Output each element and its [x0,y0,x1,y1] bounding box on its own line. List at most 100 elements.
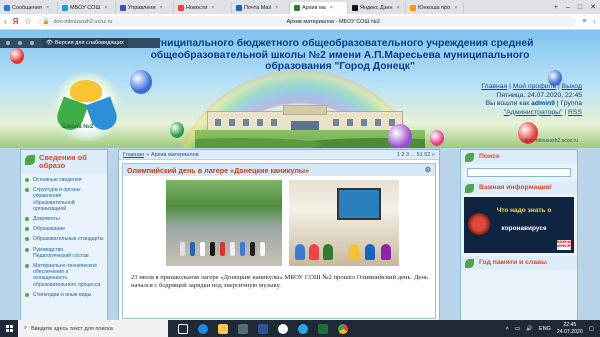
sidebar-menu-item[interactable]: Образовательные стандарты [25,236,104,242]
chevron-up-icon[interactable]: ˄ [506,326,509,332]
windows-taskbar: ⌕ Введите здесь текст для поиска ˄ ▭ 🔊 E… [0,320,600,337]
new-tab-icon[interactable]: + [554,4,558,11]
word-icon[interactable] [258,323,268,334]
post-photo-outdoor[interactable] [166,180,282,266]
yandex-logo-icon[interactable]: Я [13,17,19,26]
folder-icon[interactable] [218,323,228,334]
tab-label: Сообщения [12,5,42,11]
tab-label: Яндекс Дзен [360,5,393,11]
news-post: Олимпийский день в лагере «Донецкие кани… [122,163,436,319]
network-icon[interactable]: ▭ [515,326,520,332]
tab-label: Почта Mail [244,5,271,11]
panel-icon[interactable] [6,41,10,45]
task-view-icon[interactable] [178,323,188,334]
browser-tab[interactable]: Новости × [174,2,232,14]
gear-icon[interactable]: ⚙ [425,166,431,174]
school-logo[interactable]: Школа №2 [52,72,122,142]
close-window-icon[interactable]: ✕ [590,3,596,11]
taskbar-search[interactable]: ⌕ Введите здесь текст для поиска [18,320,168,337]
group-link[interactable]: "Администраторы" [504,109,563,116]
excel-icon[interactable] [318,323,328,334]
sidebar-menu-item[interactable]: Стипендии и иные виды [25,292,104,298]
url-field[interactable]: 🔒 don-mbousosh2.ucoz.ru Архив материалов… [37,16,577,27]
corona-badge: ВАЖНАЯ ИНФОРМАЦИЯ [557,240,574,250]
chrome-icon[interactable] [338,323,348,334]
close-tab-icon[interactable]: × [454,5,457,11]
home-link[interactable]: Главная [481,83,507,90]
browser-tab[interactable]: МБОУ СОШ × [58,2,116,14]
address-bar: ‹ Я ☆ 🔒 don-mbousosh2.ucoz.ru Архив мате… [0,14,600,30]
back-icon[interactable]: ‹ [4,17,7,26]
close-tab-icon[interactable]: × [160,5,163,11]
sidebar-menu-item[interactable]: Основные сведения [25,177,104,183]
sidebar-menu-item[interactable]: Документы [25,216,104,222]
close-tab-icon[interactable]: × [211,5,214,11]
breadcrumb-home-link[interactable]: Главная [123,152,144,158]
panel-icon[interactable] [30,41,34,45]
volume-icon[interactable]: 🔊 [526,326,533,332]
tab-label: Юнкошa про [418,5,451,11]
close-tab-icon[interactable]: × [275,5,278,11]
clock[interactable]: 22:45 24.07.2020 [557,322,583,335]
browser-tab[interactable]: Юнкошa про × [406,2,464,14]
search-block-title: Поиск [461,150,577,164]
close-tab-icon[interactable]: × [104,5,107,11]
breadcrumb: Главная » Архив материалов 1 2 3 ... 51 … [119,150,439,160]
panel-icon[interactable] [18,41,22,45]
clock-date: 24.07.2020 [556,328,583,335]
tab-favicon-icon [352,5,358,11]
sidebar-menu-item[interactable]: Материально-техническое обеспечение и ос… [25,263,104,288]
info-block-title: Важная информация! [461,180,577,194]
tab-favicon-icon [62,5,68,11]
leaf-icon [465,153,474,162]
yandex-browser-icon[interactable] [278,323,288,334]
browser-tab[interactable]: Яндекс Дзен × [348,2,406,14]
visually-impaired-button[interactable]: 👁 Версия для слабовидящих [42,38,128,48]
memory-title: Год памяти и славы [479,259,547,266]
sidebar-menu-item[interactable]: Структура и органы управления образовате… [25,187,104,212]
download-icon[interactable]: ↓ [593,18,597,25]
sidebar-menu-item[interactable]: Образование [25,226,104,232]
notifications-icon[interactable]: ▢ [589,326,594,332]
logout-link[interactable]: Выход [562,83,582,90]
store-icon[interactable] [238,323,248,334]
close-tab-icon[interactable]: × [330,5,333,11]
minimize-icon[interactable]: – [566,4,570,11]
post-title[interactable]: Олимпийский день в лагере «Донецкие кани… [127,166,309,175]
sidebar-menu-item[interactable]: Руководство. Педагогический состав [25,247,104,259]
post-photo-classroom[interactable] [289,180,399,266]
browser-tab[interactable]: Управлени × [116,2,174,14]
page-title: Архив материалов - МБОУ СОШ №2 [286,18,380,25]
start-button[interactable] [0,320,18,337]
profile-link[interactable]: Мой профиль [513,83,556,90]
username-link[interactable]: admin9 [531,100,555,107]
rss-link[interactable]: RSS [568,109,582,116]
tab-favicon-icon [236,5,242,11]
maximize-icon[interactable]: □ [578,4,582,11]
balloon-decoration [170,122,184,138]
windows-logo-icon [5,325,13,332]
main-content: Главная » Архив материалов 1 2 3 ... 51 … [118,149,440,320]
url-host: don-mbousosh2.ucoz.ru [53,18,113,25]
visually-impaired-label: Версия для слабовидящих [54,40,124,46]
browser-tab[interactable]: Почта Mail × [232,2,290,14]
edge-icon[interactable] [198,323,208,334]
browser-tab[interactable]: Архив ма × [290,2,348,14]
close-tab-icon[interactable]: × [46,5,49,11]
post-title-bar: Олимпийский день в лагере «Донецкие кани… [123,164,435,176]
date-line: Пятница, 24.07.2020, 22:45 [496,91,582,99]
group-label: Группа [560,100,582,107]
site-search-input[interactable] [467,167,571,177]
tab-favicon-icon [294,5,300,11]
pagination[interactable]: 1 2 3 ... 51 52 » [397,152,439,158]
bookmark-star-icon[interactable]: ☆ [24,17,31,26]
menu-icon[interactable]: ≡ [582,18,586,25]
coronavirus-banner[interactable]: Что надо знать о коронавирусе ВАЖНАЯ ИНФ… [464,197,574,253]
taskbar-apps [168,323,348,334]
user-panel: Главная | Мой профиль | Выход Пятница, 2… [481,83,582,116]
close-tab-icon[interactable]: × [397,5,400,11]
leaf-icon [465,183,474,193]
language-indicator[interactable]: ENG [539,326,551,332]
telegram-icon[interactable] [298,323,308,334]
browser-tab[interactable]: Сообщения × [0,2,58,14]
